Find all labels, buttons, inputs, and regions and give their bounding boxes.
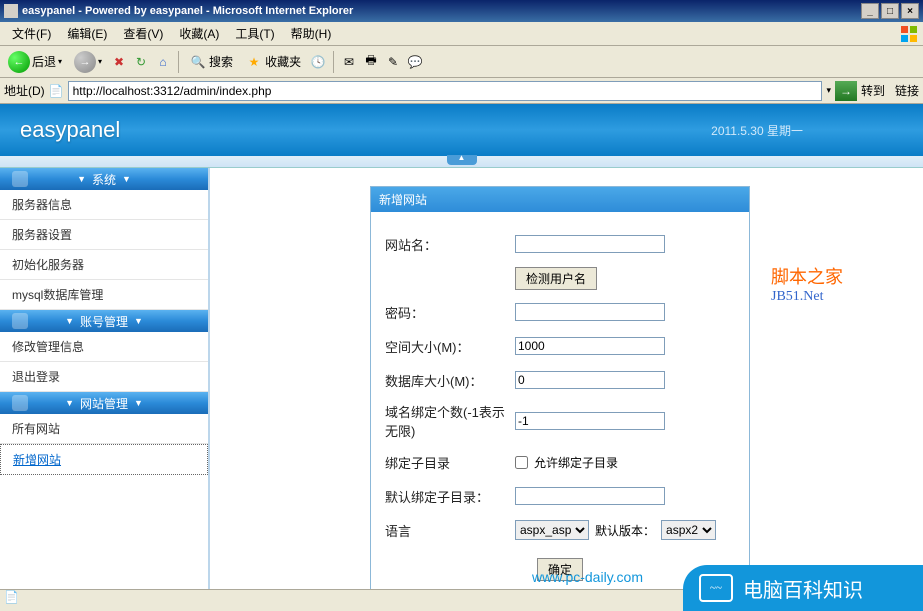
sidebar-section-label: 账号管理 bbox=[80, 313, 128, 330]
db-input[interactable] bbox=[515, 371, 665, 389]
forward-button[interactable]: → ▾ bbox=[70, 49, 106, 75]
address-input[interactable] bbox=[68, 81, 823, 101]
star-icon: ★ bbox=[245, 53, 263, 71]
search-label: 搜索 bbox=[209, 53, 233, 70]
sidebar-item-serversettings[interactable]: 服务器设置 bbox=[0, 220, 208, 250]
back-label: 后退 bbox=[32, 53, 56, 70]
logo-text: easypanel bbox=[20, 117, 120, 143]
page-header: easypanel 2011.5.30 星期一 bbox=[0, 104, 923, 156]
db-label: 数据库大小(M)： bbox=[385, 371, 515, 390]
sidebar-item-mysql[interactable]: mysql数据库管理 bbox=[0, 280, 208, 310]
page-icon: 📄 bbox=[49, 84, 64, 98]
window-title: easypanel - Powered by easypanel - Micro… bbox=[22, 5, 353, 17]
sidebar-item-serverinfo[interactable]: 服务器信息 bbox=[0, 190, 208, 220]
mail-icon[interactable]: ✉ bbox=[340, 53, 358, 71]
print-icon[interactable]: 🖶 bbox=[362, 53, 380, 71]
chevron-down-icon[interactable]: ▾ bbox=[826, 85, 831, 96]
default-subdir-input[interactable] bbox=[515, 487, 665, 505]
subdir-label: 绑定子目录 bbox=[385, 453, 515, 472]
domain-input[interactable] bbox=[515, 412, 665, 430]
sidebar-item-newsite[interactable]: 新增网站 bbox=[0, 444, 208, 475]
sidebar-item-logout[interactable]: 退出登录 bbox=[0, 362, 208, 392]
menu-favorites[interactable]: 收藏(A) bbox=[171, 23, 227, 44]
site-name-input[interactable] bbox=[515, 235, 665, 253]
brand-text: 电脑百科知识 bbox=[743, 574, 863, 603]
check-username-button[interactable]: 检测用户名 bbox=[515, 267, 597, 290]
back-button[interactable]: ← 后退 ▾ bbox=[4, 49, 66, 75]
default-subdir-label: 默认绑定子目录： bbox=[385, 487, 515, 506]
menu-tools[interactable]: 工具(T) bbox=[227, 23, 282, 44]
app-icon bbox=[4, 4, 18, 18]
refresh-icon[interactable]: ↻ bbox=[132, 53, 150, 71]
messenger-icon[interactable]: 💬 bbox=[406, 53, 424, 71]
brand-badge: ~~ 电脑百科知识 bbox=[683, 565, 923, 611]
address-bar: 地址(D) 📄 ▾ → 转到 链接 bbox=[0, 78, 923, 104]
back-arrow-icon: ← bbox=[8, 51, 30, 73]
close-button[interactable]: × bbox=[901, 3, 919, 19]
window-titlebar: easypanel - Powered by easypanel - Micro… bbox=[0, 0, 923, 22]
sidebar-section-site[interactable]: ▼网站管理▼ bbox=[0, 392, 208, 414]
chevron-down-icon: ▾ bbox=[58, 57, 62, 66]
favorites-label: 收藏夹 bbox=[265, 53, 301, 70]
sidebar-section-label: 网站管理 bbox=[80, 395, 128, 412]
form-title: 新增网站 bbox=[371, 187, 749, 212]
space-label: 空间大小(M)： bbox=[385, 337, 515, 356]
ie-logo-icon bbox=[899, 24, 919, 44]
minimize-button[interactable]: _ bbox=[861, 3, 879, 19]
sidebar-item-editadmin[interactable]: 修改管理信息 bbox=[0, 332, 208, 362]
go-label: 转到 bbox=[861, 82, 885, 99]
search-button[interactable]: 🔍 搜索 bbox=[185, 51, 237, 73]
subdir-check-label: 允许绑定子目录 bbox=[534, 454, 618, 471]
space-input[interactable] bbox=[515, 337, 665, 355]
header-subbar bbox=[0, 156, 923, 168]
page-content: easypanel 2011.5.30 星期一 ▼系统▼ 服务器信息 服务器设置… bbox=[0, 104, 923, 589]
maximize-button[interactable]: □ bbox=[881, 3, 899, 19]
sidebar: ▼系统▼ 服务器信息 服务器设置 初始化服务器 mysql数据库管理 ▼账号管理… bbox=[0, 168, 210, 589]
default-version-select[interactable]: aspx2 bbox=[661, 520, 716, 540]
password-label: 密码： bbox=[385, 303, 515, 322]
menu-file[interactable]: 文件(F) bbox=[4, 23, 59, 44]
stop-icon[interactable]: ✖ bbox=[110, 53, 128, 71]
edit-icon[interactable]: ✎ bbox=[384, 53, 402, 71]
account-icon bbox=[12, 313, 28, 329]
main-panel: 新增网站 网站名： 检测用户名 密码： 空间大小(M) bbox=[210, 168, 923, 589]
system-icon bbox=[12, 171, 28, 187]
toolbar: ← 后退 ▾ → ▾ ✖ ↻ ⌂ 🔍 搜索 ★ 收藏夹 🕓 ✉ 🖶 ✎ 💬 bbox=[0, 46, 923, 78]
default-version-label: 默认版本： bbox=[595, 522, 655, 539]
status-icon: 📄 bbox=[0, 586, 23, 608]
chevron-down-icon: ▾ bbox=[98, 57, 102, 66]
site-icon bbox=[12, 395, 28, 411]
menubar: 文件(F) 编辑(E) 查看(V) 收藏(A) 工具(T) 帮助(H) bbox=[0, 22, 923, 46]
date-text: 2011.5.30 星期一 bbox=[711, 122, 803, 139]
menu-view[interactable]: 查看(V) bbox=[115, 23, 171, 44]
lang-select[interactable]: aspx_asp bbox=[515, 520, 589, 540]
links-label[interactable]: 链接 bbox=[895, 82, 919, 99]
menu-help[interactable]: 帮助(H) bbox=[283, 23, 340, 44]
search-icon: 🔍 bbox=[189, 53, 207, 71]
lang-label: 语言 bbox=[385, 521, 515, 540]
favorites-button[interactable]: ★ 收藏夹 bbox=[241, 51, 305, 73]
watermark-line2: JB51.Net bbox=[771, 289, 843, 305]
password-input[interactable] bbox=[515, 303, 665, 321]
sidebar-item-allsites[interactable]: 所有网站 bbox=[0, 414, 208, 444]
sidebar-item-initserver[interactable]: 初始化服务器 bbox=[0, 250, 208, 280]
address-label: 地址(D) bbox=[4, 82, 45, 99]
site-name-label: 网站名： bbox=[385, 235, 515, 254]
go-button[interactable]: → bbox=[835, 81, 857, 101]
sidebar-section-account[interactable]: ▼账号管理▼ bbox=[0, 310, 208, 332]
menu-edit[interactable]: 编辑(E) bbox=[59, 23, 115, 44]
history-icon[interactable]: 🕓 bbox=[309, 53, 327, 71]
forward-arrow-icon: → bbox=[74, 51, 96, 73]
domain-label: 域名绑定个数(-1表示无限) bbox=[385, 402, 515, 440]
watermark-line1: 脚本之家 bbox=[771, 267, 843, 287]
watermark: 脚本之家 JB51.Net bbox=[771, 263, 843, 305]
sidebar-section-system[interactable]: ▼系统▼ bbox=[0, 168, 208, 190]
footer-url: www.pc-daily.com bbox=[532, 569, 643, 585]
collapse-tab-icon[interactable] bbox=[447, 155, 477, 165]
monitor-icon: ~~ bbox=[699, 574, 733, 602]
new-site-form: 新增网站 网站名： 检测用户名 密码： 空间大小(M) bbox=[370, 186, 750, 589]
subdir-checkbox[interactable] bbox=[515, 456, 528, 469]
sidebar-section-label: 系统 bbox=[92, 171, 116, 188]
home-icon[interactable]: ⌂ bbox=[154, 53, 172, 71]
